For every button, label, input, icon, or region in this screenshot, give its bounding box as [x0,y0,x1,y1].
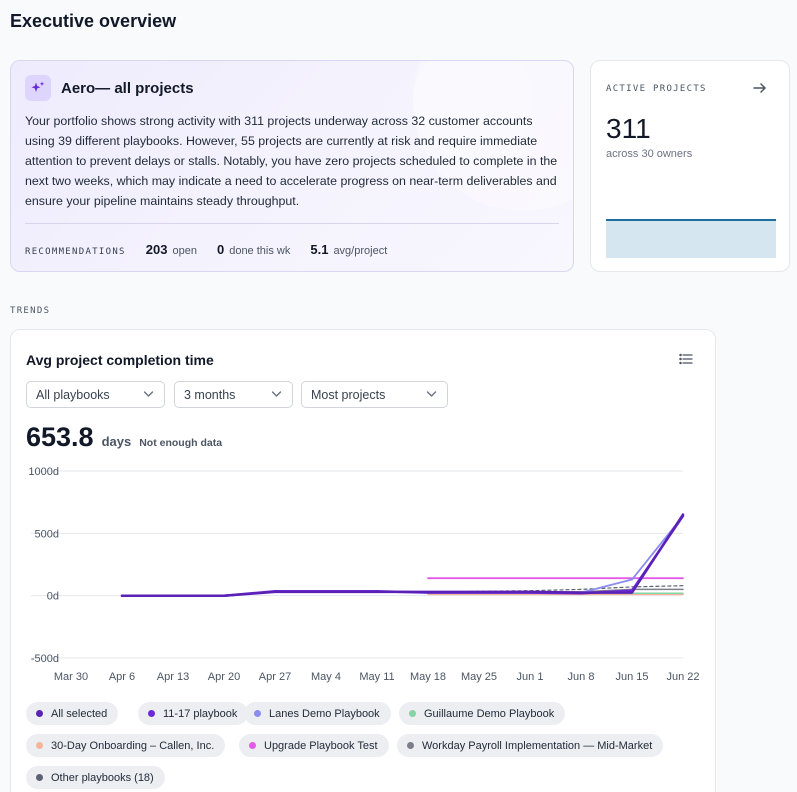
dropdown-value: Most projects [311,387,386,402]
x-tick-label: Apr 6 [109,671,135,683]
sparkline-area [606,220,776,258]
chart-title: Avg project completion time [26,352,214,368]
x-tick-label: Jun 8 [568,671,595,683]
x-tick-label: Jun 1 [517,671,544,683]
active-projects-owners: across 30 owners [606,148,693,160]
completion-time-chart: 1000d 500d 0d -500d Mar 30 Apr 6 Apr 13 Apr 20 A… [28,466,699,683]
x-tick-label: Jun 22 [666,671,699,683]
page-title: Executive overview [10,11,177,31]
aero-title: Aero— all projects [61,79,194,97]
y-tick-label: -500d [31,653,59,665]
aero-summary-card: Aero— all projects Your portfolio shows … [10,60,574,272]
active-projects-sparkline [606,219,776,258]
legend-swatch [148,710,155,717]
arrow-right-icon[interactable] [751,79,769,97]
completion-time-card: Avg project completion time All playbook… [10,329,716,792]
active-projects-count: 311 [606,113,651,144]
range-filter-dropdown[interactable]: 3 months [174,381,293,408]
rec-stat-done: 0 done this wk [217,242,290,257]
legend-label: Other playbooks (18) [51,771,154,784]
x-tick-label: May 25 [461,671,497,683]
legend-item[interactable]: Workday Payroll Implementation — Mid-Mar… [397,734,664,757]
rec-stat-value: 203 [145,242,168,257]
x-tick-label: Jun 15 [615,671,648,683]
chevron-down-icon [271,391,282,397]
legend-item[interactable]: All selected [26,702,119,725]
x-tick-label: Apr 20 [208,671,240,683]
rec-stat-avg: 5.1 avg/project [310,242,387,257]
divider [25,223,559,224]
dropdown-value: 3 months [184,387,236,402]
headline-note: Not enough data [139,437,223,449]
rec-stat-label: avg/project [333,245,388,257]
legend-swatch [249,742,256,749]
active-projects-card[interactable]: ACTIVE PROJECTS 311 across 30 owners [590,60,790,272]
sort-filter-dropdown[interactable]: Most projects [301,381,448,408]
x-tick-label: May 4 [311,671,341,683]
dropdown-value: All playbooks [36,387,110,402]
rec-stat-value: 5.1 [310,242,329,257]
rec-stat-label: done this wk [229,245,291,257]
chevron-down-icon [143,391,154,397]
sparkle-icon [25,75,51,101]
x-tick-label: Apr 13 [157,671,189,683]
legend-label: 11-17 playbook [163,707,238,720]
y-tick-label: 0d [47,591,59,603]
legend-swatch [36,710,43,717]
playbook-filter-dropdown[interactable]: All playbooks [26,381,165,408]
legend-label: 30-Day Onboarding – Callen, Inc. [51,739,215,752]
list-icon[interactable] [679,352,693,365]
x-tick-label: Mar 30 [54,671,88,683]
headline-metric: 653.8 days Not enough data [26,422,222,453]
rec-stat-value: 0 [216,242,225,257]
trends-section-label: TRENDS [10,306,51,316]
headline-value: 653.8 [26,422,94,452]
legend-swatch [36,742,43,749]
legend-item[interactable]: Guillaume Demo Playbook [399,702,566,725]
recommendations-label: RECOMMENDATIONS [25,247,126,257]
legend-label: Workday Payroll Implementation — Mid-Mar… [422,739,653,752]
aero-header: Aero— all projects [25,75,194,101]
headline-unit: days [101,434,132,449]
series-line [120,514,685,597]
legend-swatch [409,710,416,717]
y-tick-label: 500d [35,528,59,540]
legend-label: Upgrade Playbook Test [264,739,378,752]
x-tick-label: May 11 [359,671,394,683]
legend-label: Lanes Demo Playbook [269,707,380,720]
series-line [120,513,685,597]
rec-stat-open: 203 open [146,242,197,257]
legend-item[interactable]: Upgrade Playbook Test [239,734,389,757]
x-tick-label: May 18 [410,671,446,683]
legend-item[interactable]: Other playbooks (18) [26,766,165,789]
y-tick-label: 1000d [28,466,59,478]
legend-item[interactable]: Lanes Demo Playbook [244,702,391,725]
x-tick-label: Apr 27 [259,671,291,683]
rec-stat-label: open [172,245,197,257]
legend-swatch [36,774,43,781]
legend-item[interactable]: 11-17 playbook [138,702,249,725]
recommendations-row: RECOMMENDATIONS 203 open 0 done this wk 5.… [25,242,407,257]
legend-label: Guillaume Demo Playbook [424,707,555,720]
legend-item[interactable]: 30-Day Onboarding – Callen, Inc. [26,734,226,757]
legend-swatch [254,710,261,717]
active-projects-label: ACTIVE PROJECTS [606,84,707,94]
legend-swatch [407,742,414,749]
chevron-down-icon [426,391,437,397]
series-line [427,515,684,594]
legend-label: All selected [51,707,108,720]
aero-summary-text: Your portfolio shows strong activity wit… [25,114,558,208]
